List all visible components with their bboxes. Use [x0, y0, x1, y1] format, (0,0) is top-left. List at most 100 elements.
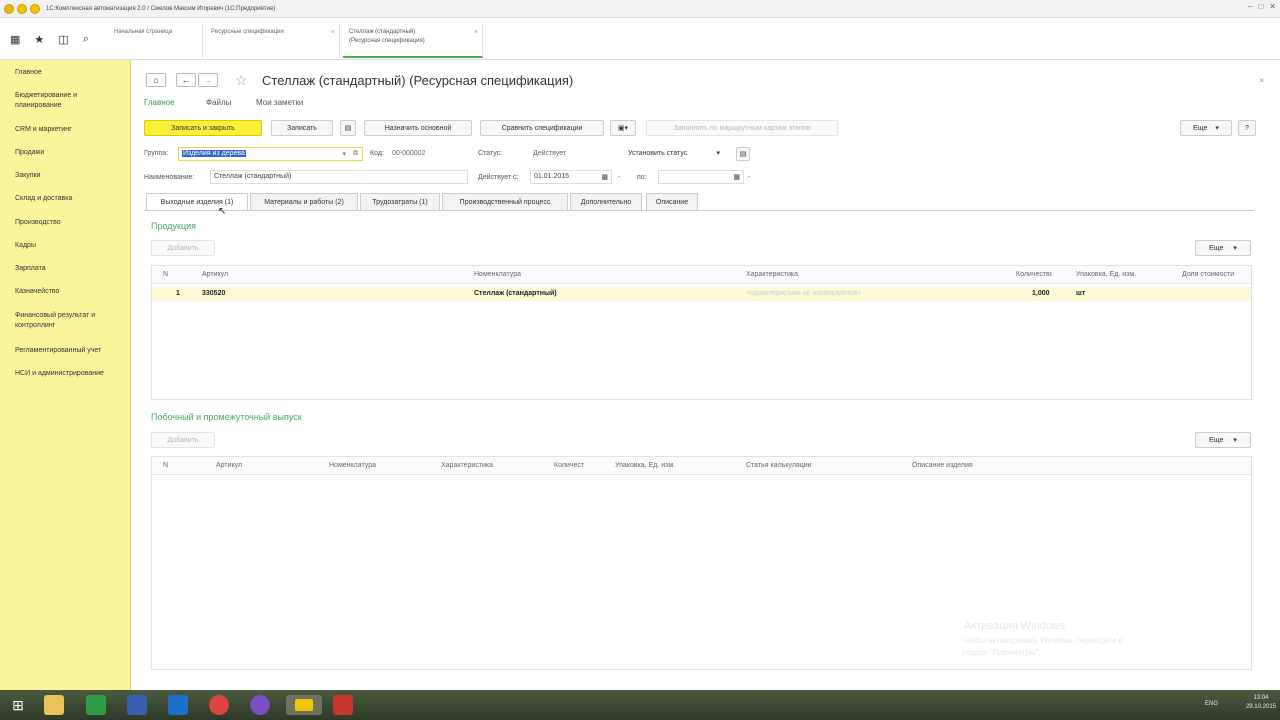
- clear-to-icon[interactable]: -: [748, 174, 750, 181]
- table-row[interactable]: 1 330520 Стеллаж (стандартный) <характер…: [152, 287, 1251, 301]
- close-tab-icon[interactable]: ×: [331, 28, 335, 37]
- column-header[interactable]: Статья калькуляции: [746, 462, 812, 469]
- form-nav-notes[interactable]: Мои заметки: [256, 98, 303, 107]
- column-header[interactable]: N: [163, 462, 168, 469]
- group-field[interactable]: Изделия из дерева ▾ ⧉: [178, 147, 363, 161]
- column-header[interactable]: Артикул: [216, 462, 242, 469]
- fill-by-route-cards-button[interactable]: Заполнить по маршрутным картам этапов: [646, 120, 838, 136]
- form-nav-main[interactable]: Главное: [144, 98, 175, 107]
- more-actions-button[interactable]: Еще ▾: [1180, 120, 1232, 136]
- sidebar-item-financial-result[interactable]: Финансовый результат и контроллинг: [15, 311, 125, 331]
- sidebar-item-sales[interactable]: Продажи: [15, 148, 125, 158]
- sidebar-item-warehouse[interactable]: Склад и доставка: [15, 194, 125, 204]
- tab-start-page[interactable]: Начальная страница: [108, 24, 203, 58]
- column-header[interactable]: Упаковка, Ед. изм.: [615, 462, 695, 469]
- sidebar-item-regulated-accounting[interactable]: Регламентированный учет: [15, 346, 125, 356]
- powerpoint-icon[interactable]: [333, 695, 353, 715]
- save-button[interactable]: Записать: [271, 120, 333, 136]
- sidebar-item-production[interactable]: Производство: [15, 218, 125, 228]
- valid-to-field[interactable]: ▦: [658, 170, 744, 184]
- print-button[interactable]: ▤: [340, 120, 356, 136]
- calendar-icon[interactable]: ▦: [733, 173, 740, 181]
- close-tab-icon[interactable]: ×: [474, 28, 478, 37]
- column-header[interactable]: Номенклатура: [474, 271, 521, 278]
- favorites-star-icon[interactable]: ★: [34, 33, 44, 46]
- calendar-app-icon[interactable]: [127, 695, 147, 715]
- sidebar-item-budgeting[interactable]: Бюджетирование и планирование: [15, 91, 125, 111]
- status-history-button[interactable]: ▤: [736, 147, 750, 161]
- start-windows-icon[interactable]: ⊞: [8, 695, 28, 715]
- home-button[interactable]: ⌂: [146, 73, 166, 87]
- fill-dropdown-button[interactable]: ▣▾: [610, 120, 636, 136]
- calendar-icon[interactable]: ▦: [601, 173, 608, 181]
- tray-clock[interactable]: 13:04 29.10.2015: [1246, 694, 1276, 712]
- column-header[interactable]: Доля стоимости: [1182, 271, 1238, 278]
- activation-watermark: Активация Windows: [964, 620, 1066, 632]
- save-and-close-button[interactable]: Записать и закрыть: [144, 120, 262, 136]
- tab-current-spec[interactable]: Стеллаж (стандартный) (Ресурсная специфи…: [343, 24, 483, 58]
- back-circle-icon[interactable]: [17, 3, 27, 14]
- language-indicator[interactable]: ENG: [1205, 701, 1218, 707]
- sidebar-item-hr[interactable]: Кадры: [15, 241, 125, 251]
- compare-specs-button[interactable]: Сравнить спецификации: [480, 120, 604, 136]
- file-explorer-icon[interactable]: [44, 695, 64, 715]
- sidebar-item-purchases[interactable]: Закупки: [15, 171, 125, 181]
- valid-from-field[interactable]: 01.01.2015 ▦: [530, 170, 612, 184]
- column-header[interactable]: Номенклатура: [329, 462, 376, 469]
- column-header[interactable]: Количество: [1016, 271, 1052, 278]
- close-window-icon[interactable]: ✕: [1269, 2, 1276, 11]
- minimize-icon[interactable]: –: [1248, 2, 1252, 11]
- window-title: 1С:Комплексная автоматизация 2.0 / Смело…: [46, 5, 276, 12]
- sidebar-item-main[interactable]: Главное: [15, 68, 125, 78]
- tab-label: Ресурсные спецификации: [211, 29, 284, 35]
- add-byproduct-button[interactable]: Добавить: [151, 432, 215, 448]
- viber-icon[interactable]: [250, 695, 270, 715]
- favorite-star-icon[interactable]: ☆: [235, 72, 248, 89]
- column-header[interactable]: Упаковка, Ед. изм.: [1076, 271, 1168, 278]
- history-icon[interactable]: ◫: [58, 33, 68, 46]
- tab-output-products[interactable]: Выходные изделия (1): [146, 193, 248, 210]
- project-app-icon[interactable]: [86, 695, 106, 715]
- column-header[interactable]: Описание изделия: [912, 462, 973, 469]
- close-form-icon[interactable]: ×: [1259, 76, 1264, 85]
- help-button[interactable]: ?: [1238, 120, 1256, 136]
- name-field[interactable]: Стеллаж (стандартный): [210, 170, 468, 184]
- column-header[interactable]: Характеристика: [441, 462, 493, 469]
- tab-production-process[interactable]: Производственный процесс: [442, 193, 568, 210]
- clear-from-icon[interactable]: -: [618, 174, 620, 181]
- sidebar-item-admin[interactable]: НСИ и администрирование: [15, 369, 125, 379]
- grid-menu-icon[interactable]: ▦: [10, 33, 20, 46]
- tab-materials-works[interactable]: Материалы и работы (2): [250, 193, 358, 210]
- document-icon: ▤: [739, 151, 747, 158]
- column-header[interactable]: Артикул: [202, 271, 228, 278]
- add-product-button[interactable]: Добавить: [151, 240, 215, 256]
- table-header: N Артикул Номенклатура Характеристика Ко…: [152, 266, 1251, 284]
- tab-resource-specs[interactable]: Ресурсные спецификации ×: [205, 24, 340, 58]
- column-header[interactable]: Количество: [554, 462, 584, 469]
- column-header[interactable]: N: [163, 271, 168, 278]
- outlook-icon[interactable]: [168, 695, 188, 715]
- chrome-icon[interactable]: [209, 695, 229, 715]
- tab-additional[interactable]: Дополнительно: [570, 193, 642, 210]
- valid-from-value: 01.01.2015: [534, 173, 570, 180]
- open-link-icon[interactable]: ⧉: [353, 150, 358, 158]
- sidebar-item-crm[interactable]: CRM и маркетинг: [15, 125, 125, 135]
- forward-button[interactable]: →: [198, 73, 218, 87]
- code-label: Код:: [370, 150, 384, 157]
- back-button[interactable]: ←: [176, 73, 196, 87]
- set-main-button[interactable]: Назначить основной: [364, 120, 472, 136]
- 1c-app-icon[interactable]: [286, 695, 322, 715]
- tab-description[interactable]: Описание: [646, 193, 698, 210]
- maximize-icon[interactable]: □: [1258, 2, 1263, 11]
- form-nav-files[interactable]: Файлы: [206, 98, 231, 107]
- search-icon[interactable]: ⌕: [83, 33, 89, 46]
- set-status-dropdown[interactable]: Установить статус ▾: [628, 147, 724, 161]
- forward-circle-icon[interactable]: [30, 3, 40, 14]
- byproducts-more-button[interactable]: Еще ▾: [1195, 432, 1251, 448]
- sidebar-item-treasury[interactable]: Казначейство: [15, 287, 125, 297]
- chevron-down-icon[interactable]: ▾: [342, 150, 346, 158]
- column-header[interactable]: Характеристика: [746, 271, 798, 278]
- products-more-button[interactable]: Еще ▾: [1195, 240, 1251, 256]
- tab-labor[interactable]: Трудозатраты (1): [360, 193, 440, 210]
- sidebar-item-payroll[interactable]: Зарплата: [15, 264, 125, 274]
